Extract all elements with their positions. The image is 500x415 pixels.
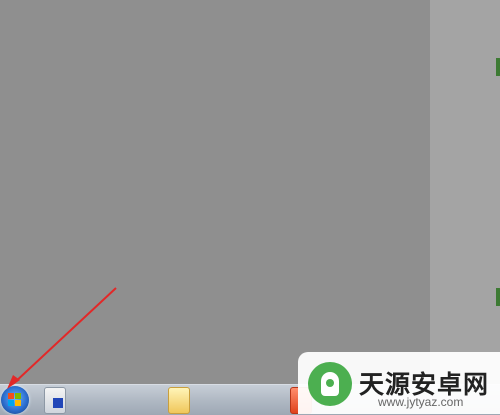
folder-icon[interactable] bbox=[168, 387, 190, 414]
status-dot bbox=[496, 58, 500, 76]
status-dot bbox=[496, 288, 500, 306]
brand-url: www.jytyaz.com bbox=[378, 395, 464, 409]
side-panel bbox=[430, 0, 500, 384]
file-explorer-icon[interactable] bbox=[44, 387, 66, 414]
android-logo-icon bbox=[308, 362, 352, 406]
windows-start-icon bbox=[8, 393, 22, 407]
watermark: 天源安卓网 www.jytyaz.com bbox=[298, 352, 500, 414]
start-button[interactable] bbox=[1, 386, 29, 414]
desktop-area bbox=[0, 0, 430, 384]
